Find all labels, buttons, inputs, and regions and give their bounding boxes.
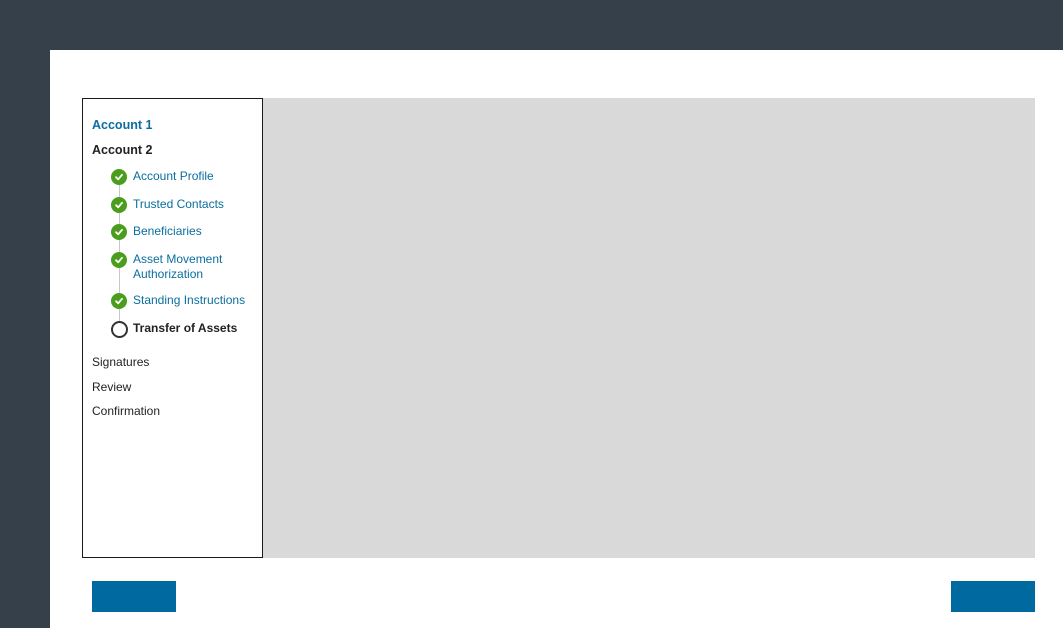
step-label: Standing Instructions <box>133 293 246 307</box>
top-bar <box>0 0 1063 50</box>
step-label: Account Profile <box>133 169 214 183</box>
step-label: Beneficiaries <box>133 224 202 238</box>
check-circle-icon <box>111 293 127 309</box>
check-circle-icon <box>111 169 127 185</box>
nav-account-2: Account 2 <box>92 143 153 157</box>
step-transfer-of-assets[interactable]: Transfer of Assets <box>111 321 261 338</box>
check-circle-icon <box>111 224 127 240</box>
step-label: Trusted Contacts <box>133 197 224 211</box>
left-rail <box>0 50 50 628</box>
back-button[interactable] <box>92 581 176 612</box>
step-label: Asset Movement Authorization <box>133 252 223 281</box>
step-trusted-contacts[interactable]: Trusted Contacts <box>111 197 261 213</box>
nav-signatures: Signatures <box>92 355 150 369</box>
next-button[interactable] <box>951 581 1035 612</box>
main-panel: Account 1 Account 2 Account Profile Trus… <box>50 50 1063 628</box>
step-label: Transfer of Assets <box>133 321 238 335</box>
content-placeholder <box>263 98 1035 558</box>
check-circle-icon <box>111 197 127 213</box>
nav-account-1[interactable]: Account 1 <box>92 118 152 132</box>
step-account-profile[interactable]: Account Profile <box>111 169 261 185</box>
nav-confirmation: Confirmation <box>92 404 161 418</box>
empty-circle-icon <box>111 321 128 338</box>
progress-nav: Account 1 Account 2 Account Profile Trus… <box>82 98 263 558</box>
nav-review: Review <box>92 380 132 394</box>
step-beneficiaries[interactable]: Beneficiaries <box>111 224 261 240</box>
check-circle-icon <box>111 252 127 268</box>
step-standing-instructions[interactable]: Standing Instructions <box>111 293 261 309</box>
step-asset-movement-authorization[interactable]: Asset Movement Authorization <box>111 252 261 282</box>
